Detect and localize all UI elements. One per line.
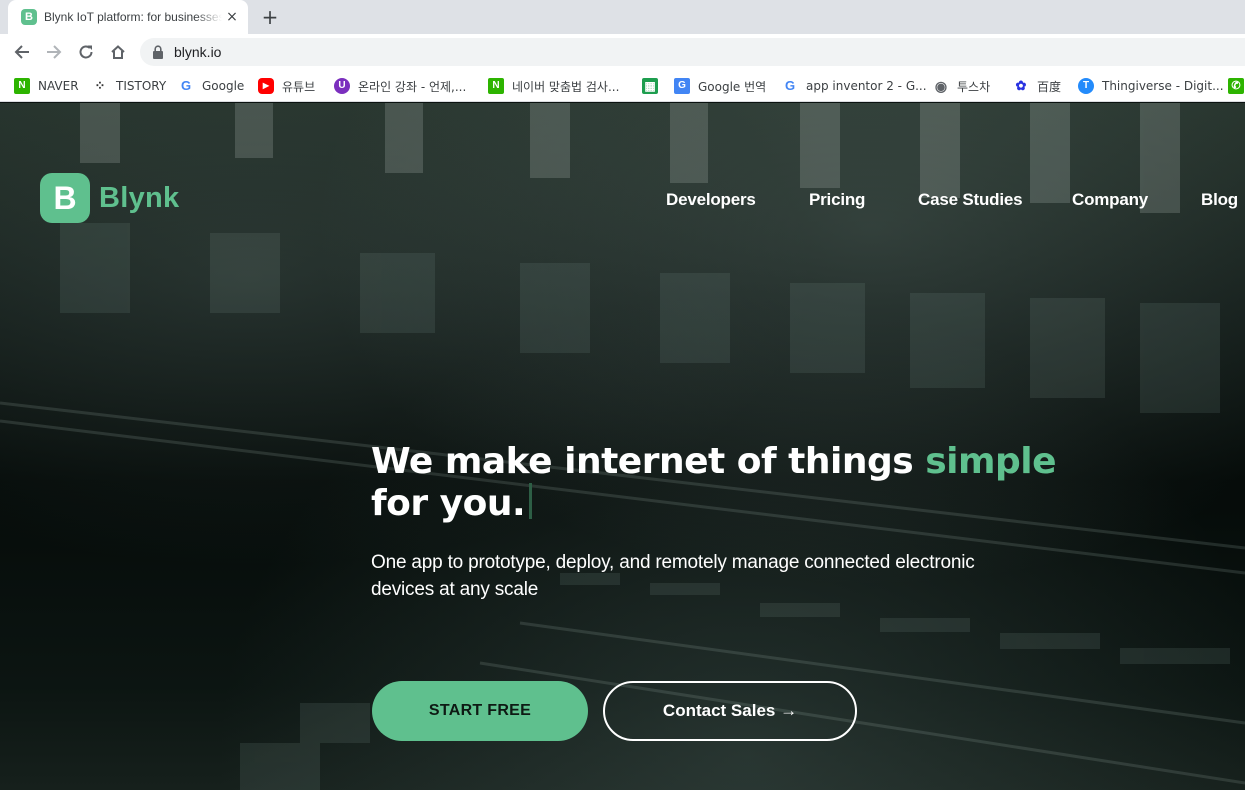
sheets-icon: ▦ [642, 78, 658, 94]
lock-icon [153, 45, 163, 59]
bookmark-label: 투스차 [957, 79, 991, 94]
google-icon: G [180, 78, 192, 93]
online-course-icon: U [334, 78, 350, 94]
nav-case-studies[interactable]: Case Studies [918, 190, 1023, 212]
bookmark-label: Thingiverse - Digit... [1102, 79, 1224, 93]
close-tab-icon[interactable]: × [224, 9, 240, 25]
bookmark-item[interactable]: ✆ [1228, 76, 1245, 96]
bookmark-label: Google 번역 [698, 79, 767, 94]
tab-title: Blynk IoT platform: for businesses and d… [44, 10, 222, 24]
baidu-icon: ✿ [1015, 78, 1027, 93]
bookmark-label: 百度 [1037, 79, 1062, 94]
bookmark-item[interactable]: ▶ 유튜브 [258, 76, 315, 96]
bookmark-label: app inventor 2 - G... [806, 79, 927, 93]
phone-icon: ✆ [1228, 78, 1244, 94]
bookmarks-bar: N NAVER ⁘ TISTORY G Google ▶ 유튜브 U 온라인 강… [0, 70, 1245, 102]
headline-accent: simple [925, 441, 1057, 482]
bookmark-item[interactable]: ◉ 투스차 [933, 76, 990, 96]
bookmark-item[interactable]: ▦ [642, 76, 666, 96]
nav-blog[interactable]: Blog [1201, 190, 1238, 212]
google-translate-icon: G [674, 78, 690, 94]
hero-subtitle: One app to prototype, deploy, and remote… [371, 552, 975, 600]
bookmark-item[interactable]: N NAVER [14, 76, 79, 96]
tistory-icon: ⁘ [94, 78, 106, 93]
bookmark-item[interactable]: ✿ 百度 [1013, 76, 1061, 96]
browser-toolbar: blynk.io [0, 34, 1245, 70]
bookmark-label: 네이버 맞춤법 검사... [512, 79, 620, 94]
youtube-icon: ▶ [258, 78, 274, 94]
hero-section: B Blynk Developers Pricing Case Studies … [0, 103, 1245, 790]
headline-rest: for you. [371, 483, 526, 524]
bookmark-item[interactable]: G Google 번역 [674, 76, 766, 96]
bookmark-item[interactable]: T Thingiverse - Digit... [1078, 76, 1224, 96]
naver-icon: N [14, 78, 30, 94]
back-arrow-icon[interactable] [10, 40, 34, 64]
browser-tabstrip: B Blynk IoT platform: for businesses and… [0, 0, 1245, 34]
start-free-button[interactable]: START FREE [372, 681, 588, 741]
bookmark-label: NAVER [38, 79, 79, 93]
bookmark-item[interactable]: ⁘ TISTORY [92, 76, 167, 96]
headline-main: We make internet of things [371, 441, 926, 482]
browser-tab[interactable]: B Blynk IoT platform: for businesses and… [8, 0, 248, 34]
hero-headline: We make internet of things simple for yo… [371, 441, 1091, 525]
blynk-logo-text: Blynk [99, 181, 180, 214]
blynk-logo-mark: B [40, 173, 90, 223]
new-tab-button[interactable]: + [258, 5, 282, 29]
forward-arrow-icon[interactable] [42, 40, 66, 64]
typing-cursor [529, 483, 533, 519]
home-icon[interactable] [106, 40, 130, 64]
bookmark-label: 유튜브 [282, 79, 316, 94]
thingiverse-icon: T [1078, 78, 1094, 94]
bookmark-label: 온라인 강좌 - 언제,... [358, 79, 467, 94]
bookmark-label: Google [202, 79, 245, 93]
bookmark-item[interactable]: G Google [178, 76, 244, 96]
globe-icon: ◉ [934, 78, 948, 94]
bookmark-item[interactable]: U 온라인 강좌 - 언제,... [334, 76, 466, 96]
contact-sales-button[interactable]: Contact Sales → [603, 681, 857, 741]
blynk-logo[interactable]: B Blynk [40, 172, 200, 224]
nav-company[interactable]: Company [1072, 190, 1148, 212]
naver-icon: N [488, 78, 504, 94]
nav-developers[interactable]: Developers [666, 190, 756, 212]
google-icon: G [784, 78, 796, 93]
address-bar[interactable]: blynk.io [140, 38, 1245, 66]
bookmark-label: TISTORY [116, 79, 167, 93]
bookmark-item[interactable]: G app inventor 2 - G... [782, 76, 927, 96]
bookmark-item[interactable]: N 네이버 맞춤법 검사... [488, 76, 619, 96]
blynk-favicon-icon: B [21, 9, 37, 25]
reload-icon[interactable] [74, 40, 98, 64]
nav-pricing[interactable]: Pricing [809, 190, 865, 212]
url-text: blynk.io [174, 44, 222, 60]
